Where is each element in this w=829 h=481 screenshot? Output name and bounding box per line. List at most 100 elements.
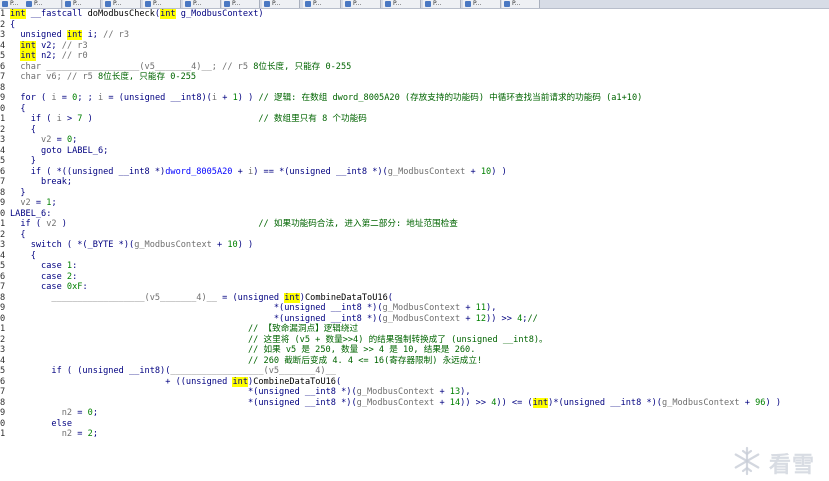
line-number: 6 [0,271,6,282]
line-number: 1 [0,429,6,439]
code-line[interactable]: 7 *(unsigned __int8 *)(g_ModbusContext +… [0,387,829,398]
code-line[interactable]: 3 unsigned int i; // r3 [0,30,829,41]
code-text: // 这里将 (v5 + 数量>>4) 的结果强制转换成了 (unsigned … [248,334,548,345]
code-line[interactable]: 7 case 0xF: [0,282,829,293]
code-line[interactable]: 5 int n2; // r0 [0,51,829,62]
code-line[interactable]: 4 // 260 截断后变成 4. 4 <= 16(寄存器限制) 永远成立! [0,356,829,367]
pseudocode-tab-icon [65,1,71,7]
code-text: // 【致命漏洞点】逻辑绕过 [248,324,359,334]
code-line[interactable]: 1 if ( i > 7 ) // 数组里只有 8 个功能码 [0,114,829,125]
pseudocode-tab-icon [305,1,311,7]
code-text: n2 = 0; [61,408,99,418]
line-number: 0 [0,418,6,429]
code-line[interactable]: 7 break; [0,177,829,188]
code-line[interactable]: 8 } [0,188,829,199]
pseudocode-tab-icon [345,1,351,7]
code-line[interactable]: 3 switch ( *(_BYTE *)(g_ModbusContext + … [0,240,829,251]
code-text: v2 = 1; [20,198,57,208]
code-line[interactable]: 5 } [0,156,829,167]
code-line[interactable]: 6 + ((unsigned int)CombineDataToU16( [0,376,829,388]
code-line[interactable]: 0 *(unsigned __int8 *)(g_ModbusContext +… [0,314,829,325]
code-line[interactable]: 8 *(unsigned __int8 *)(g_ModbusContext +… [0,397,829,409]
code-line[interactable]: 5 if ( (unsigned __int8)(_______________… [0,366,829,377]
code-line[interactable]: 3 // 如果 v5 是 250, 数量 >> 4 是 10, 结果是 260. [0,345,829,356]
line-number: 0 [0,313,6,324]
code-line[interactable]: 2 { [0,230,829,241]
line-number: 8 [0,292,6,303]
code-text: if ( *((unsigned __int8 *)dword_8005A20 … [10,166,507,177]
tab-label: P... [272,0,281,7]
tab-9[interactable]: P... [343,0,381,8]
tab-label: P... [10,0,19,7]
code-line[interactable]: 1 n2 = 2; [0,429,829,440]
code-text: *(unsigned __int8 *)(g_ModbusContext + 1… [10,313,538,324]
tab-8[interactable]: P... [303,0,341,8]
tab-13[interactable]: P... [502,0,540,8]
line-number: 2 [0,229,6,240]
tab-5[interactable]: P... [183,0,221,8]
tab-10[interactable]: P... [383,0,421,8]
code-line[interactable]: 4 int v2; // r3 [0,40,829,52]
code-text: // 如果 v5 是 250, 数量 >> 4 是 10, 结果是 260. [248,345,476,355]
code-line[interactable]: 1 int __fastcall doModbusCheck(int g_Modb… [0,9,829,20]
code-line[interactable]: 6 if ( *((unsigned __int8 *)dword_8005A2… [0,167,829,178]
tab-label: P... [34,0,43,7]
tab-label: P... [73,0,82,7]
code-text: { [10,103,26,114]
pseudocode-tab-icon [504,1,510,7]
code-line[interactable]: 0 LABEL_6: [0,209,829,220]
pseudocode-tab-icon [224,1,230,7]
code-line[interactable]: 6 case 2: [0,272,829,283]
code-line[interactable]: 3 v2 = 0; [0,135,829,146]
code-line[interactable]: 5 case 1: [0,261,829,272]
code-line[interactable]: 2 { [0,125,829,136]
code-line[interactable]: 4 { [0,251,829,262]
tab-label: P... [113,0,122,7]
tab-1[interactable]: P... [24,0,62,8]
code-text: v2 = 0; [41,135,78,145]
line-number: 9 [0,198,6,208]
line-number: 5 [0,261,6,271]
code-line[interactable]: 1 // 【致命漏洞点】逻辑绕过 [0,324,829,335]
code-text: __________________(v5_______4)__ = (unsi… [51,292,393,303]
line-number: 3 [0,30,6,40]
code-line[interactable]: 8 [0,83,829,94]
code-line[interactable]: 2{ [0,20,829,31]
code-text: else [10,418,73,429]
line-number: 5 [0,366,6,376]
tab-12[interactable]: P... [463,0,501,8]
code-line[interactable]: 7 char v6; // r5 8位长度, 只能存 0-255 [0,72,829,83]
tab-6[interactable]: P... [222,0,260,8]
line-number: 7 [0,387,6,397]
code-text: int v2; // r3 [20,40,88,51]
code-line[interactable]: 2 // 这里将 (v5 + 数量>>4) 的结果强制转换成了 (unsigne… [0,335,829,346]
code-text: n2 = 2; [61,429,99,439]
tab-4[interactable]: P... [143,0,181,8]
code-text: for ( i = 0; ; i = (unsigned __int8)(i +… [10,93,643,103]
code-line[interactable]: 9 for ( i = 0; ; i = (unsigned __int8)(i… [0,93,829,104]
code-line[interactable]: 8 __________________(v5_______4)__ = (un… [0,292,829,304]
code-line[interactable]: 9 *(unsigned __int8 *)(g_ModbusContext +… [0,303,829,314]
code-line[interactable]: 4 goto LABEL_6; [0,146,829,157]
tab-label: P... [353,0,362,7]
code-text: *(unsigned __int8 *)(g_ModbusContext + 1… [10,387,471,397]
tab-11[interactable]: P... [423,0,461,8]
tab-7[interactable]: P... [262,0,300,8]
code-text: break; [10,177,73,187]
tab-2[interactable]: P... [63,0,101,8]
line-number: 8 [0,187,6,198]
line-number: 2 [0,124,6,135]
code-line[interactable]: 1 if ( v2 ) // 如果功能码合法, 进入第二部分: 地址范围检查 [0,219,829,230]
code-text: } [10,156,36,166]
tab-3[interactable]: P... [103,0,141,8]
line-number: 7 [0,282,6,292]
code-line[interactable]: 0 else [0,419,829,430]
code-line[interactable]: 9 v2 = 1; [0,198,829,209]
pseudocode-tab-icon [26,1,32,7]
code-line[interactable]: 0 { [0,104,829,115]
code-line[interactable]: 9 n2 = 0; [0,408,829,419]
line-number: 8 [0,82,6,93]
code-text: case 1: [10,261,78,271]
pseudocode-view[interactable]: 1 int __fastcall doModbusCheck(int g_Modb… [0,9,829,481]
code-line[interactable]: 6 char __________________(v5_______4)__;… [0,62,829,73]
